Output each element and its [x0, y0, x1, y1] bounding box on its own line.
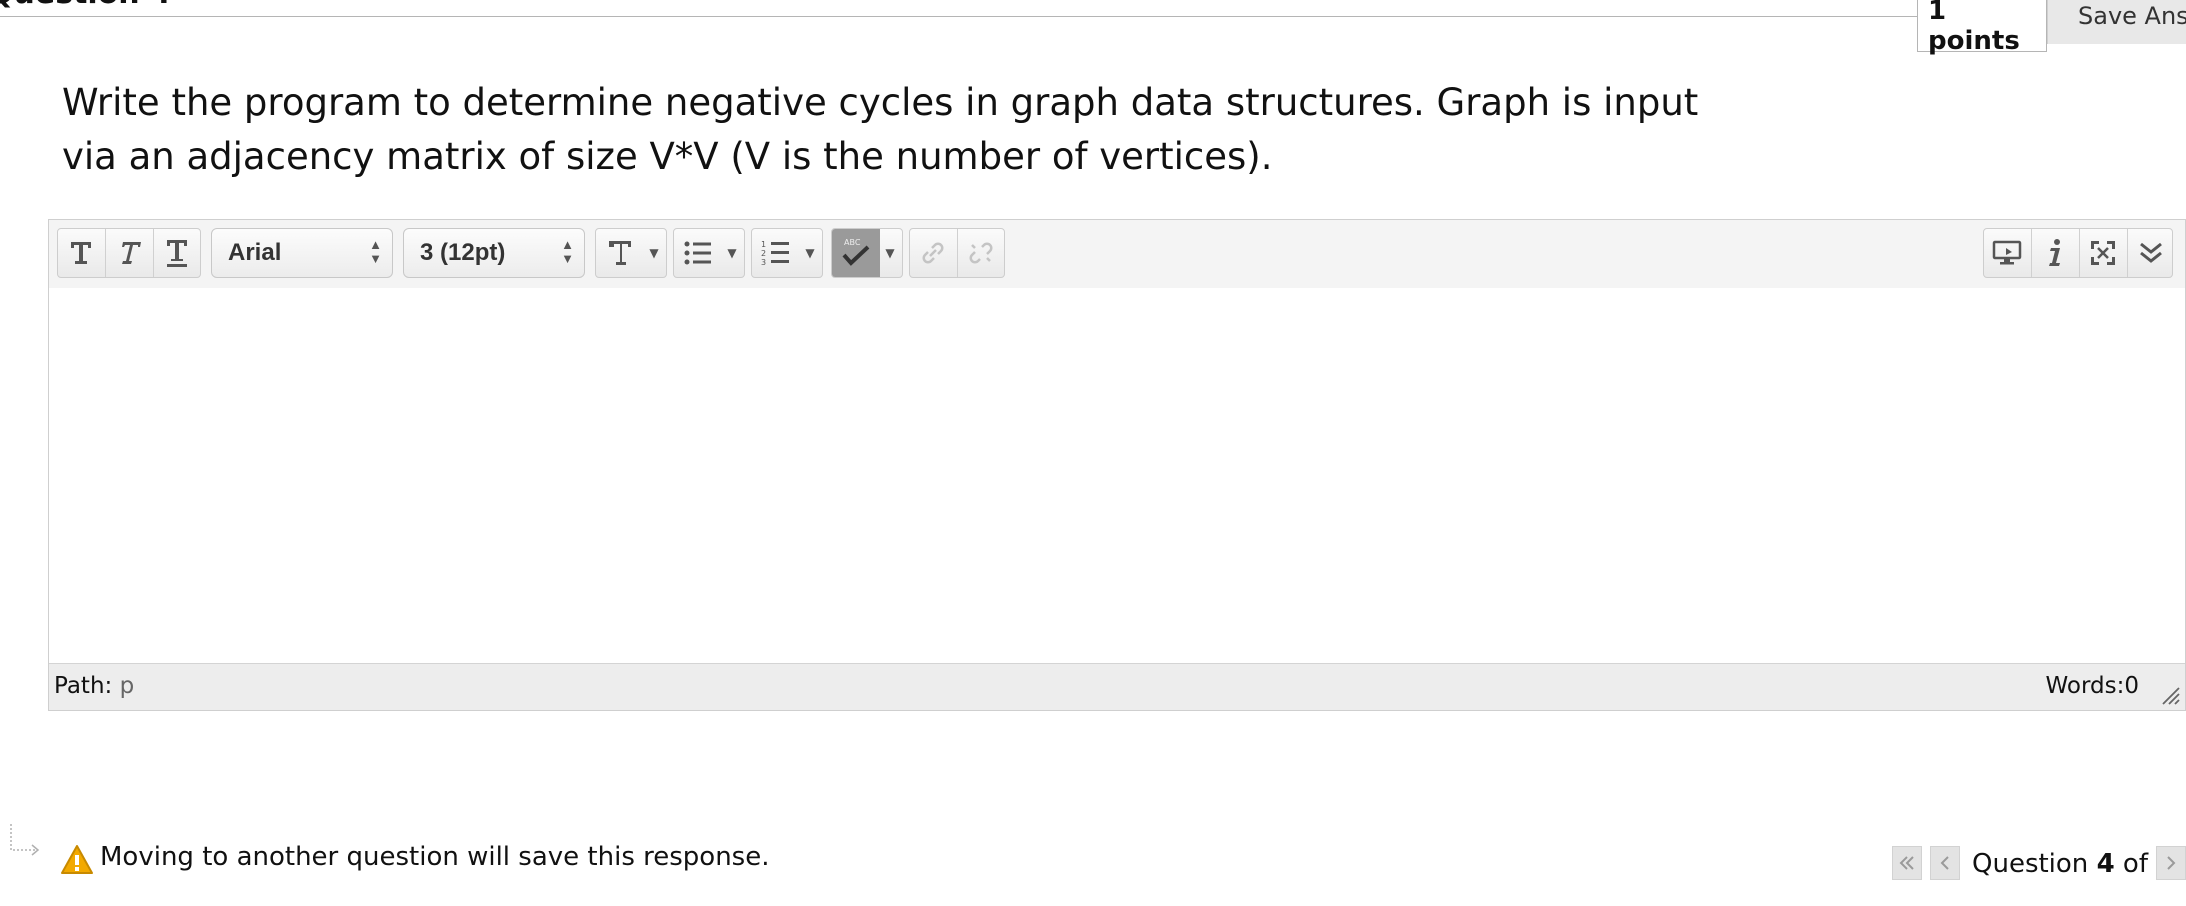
bold-button[interactable]: [58, 229, 104, 277]
bullet-list-dropdown[interactable]: ▼: [720, 229, 744, 277]
save-answer-button[interactable]: Save Answer: [2047, 0, 2186, 44]
nav-of: of: [2122, 849, 2148, 879]
double-chevron-left-icon: [1899, 856, 1914, 870]
italic-icon: [122, 242, 141, 264]
spellcheck-group[interactable]: ABC ▼: [831, 228, 903, 278]
editor-right-tools: [1983, 228, 2173, 278]
spellcheck-dropdown[interactable]: ▼: [878, 229, 902, 277]
numbered-list-group[interactable]: 123 ▼: [751, 228, 823, 278]
text-color-dropdown[interactable]: ▼: [642, 229, 666, 277]
bullet-list-group[interactable]: ▼: [673, 228, 745, 278]
chevron-down-icon: ▼: [805, 246, 815, 260]
save-note-text: Moving to another question will save thi…: [100, 842, 770, 872]
insert-link-button[interactable]: [910, 229, 956, 277]
unlink-icon: [969, 242, 993, 264]
text-color-group[interactable]: ▼: [595, 228, 667, 278]
numbered-list-button[interactable]: 123: [752, 229, 800, 277]
monitor-icon: [1992, 240, 2022, 265]
chevron-left-icon: [1940, 856, 1949, 870]
italic-button[interactable]: [106, 229, 152, 277]
text-color-button[interactable]: [596, 229, 644, 277]
editor-statusbar: Path: p Words:0: [49, 663, 2185, 710]
select-arrows-icon: ▲ ▼: [369, 237, 382, 266]
resize-grip-icon[interactable]: [2159, 684, 2181, 706]
path-value[interactable]: p: [120, 673, 135, 699]
bullet-list-button[interactable]: [674, 229, 722, 277]
editor-content-area[interactable]: [49, 288, 2185, 664]
next-question-button[interactable]: [2156, 846, 2186, 880]
numbered-list-dropdown[interactable]: ▼: [798, 229, 822, 277]
text-style-group: [57, 228, 201, 278]
numbered-list-icon: 123: [761, 240, 789, 267]
font-size-select[interactable]: 3 (12pt) ▲ ▼: [403, 228, 585, 278]
word-count: Words:0: [2045, 673, 2139, 699]
question-title: Question 4: [0, 0, 171, 11]
expand-toolbar-button[interactable]: [2128, 229, 2174, 277]
link-group: [909, 228, 1005, 278]
chevron-down-icon: ▼: [649, 246, 659, 260]
link-icon: [922, 242, 944, 264]
chevron-right-icon: [2167, 856, 2176, 870]
fullscreen-icon: [2091, 241, 2115, 265]
path-indicator: Path: p: [54, 664, 134, 708]
info-button[interactable]: [2032, 229, 2078, 277]
path-label: Path:: [54, 673, 113, 699]
nav-prefix: Question: [1972, 849, 2089, 879]
fullscreen-button[interactable]: [2080, 229, 2126, 277]
double-chevron-down-icon: [2140, 242, 2162, 263]
warning-icon: [61, 845, 93, 874]
preview-button[interactable]: [1984, 229, 2030, 277]
answer-editor: Arial ▲ ▼ 3 (12pt) ▲ ▼ ▼ ▼ 123 ▼ ABC ▼ P…: [48, 219, 2186, 711]
header-divider: [0, 16, 1918, 17]
spellcheck-button[interactable]: ABC: [832, 229, 880, 277]
underline-icon: [167, 240, 187, 267]
points-badge: 1 points: [1917, 0, 2047, 56]
bold-icon: [71, 242, 91, 264]
first-question-button[interactable]: [1892, 846, 1922, 880]
font-family-select[interactable]: Arial ▲ ▼: [211, 228, 393, 278]
svg-text:1: 1: [761, 240, 766, 249]
svg-text:ABC: ABC: [844, 238, 861, 247]
svg-text:3: 3: [761, 258, 766, 267]
current-question-number: 4: [2096, 849, 2115, 879]
unlink-button[interactable]: [958, 229, 1004, 277]
select-arrows-icon: ▲ ▼: [561, 237, 574, 266]
font-family-value: Arial: [228, 239, 282, 266]
chevron-down-icon: ▼: [727, 246, 737, 260]
underline-button[interactable]: [154, 229, 200, 277]
text-color-icon: [609, 241, 631, 265]
chevron-down-icon: ▼: [885, 246, 895, 260]
bullet-list-icon: [684, 241, 711, 265]
spellcheck-icon: ABC: [842, 238, 870, 266]
info-icon: [2049, 239, 2060, 266]
previous-question-button[interactable]: [1930, 846, 1960, 880]
question-position: Question 4 of 5: [1972, 846, 2174, 882]
svg-text:2: 2: [761, 249, 766, 258]
question-text: Write the program to determine negative …: [62, 81, 1699, 178]
elbow-arrow-icon: [10, 824, 40, 856]
font-size-value: 3 (12pt): [420, 239, 506, 266]
editor-toolbar: Arial ▲ ▼ 3 (12pt) ▲ ▼ ▼ ▼ 123 ▼ ABC ▼: [49, 220, 2185, 289]
